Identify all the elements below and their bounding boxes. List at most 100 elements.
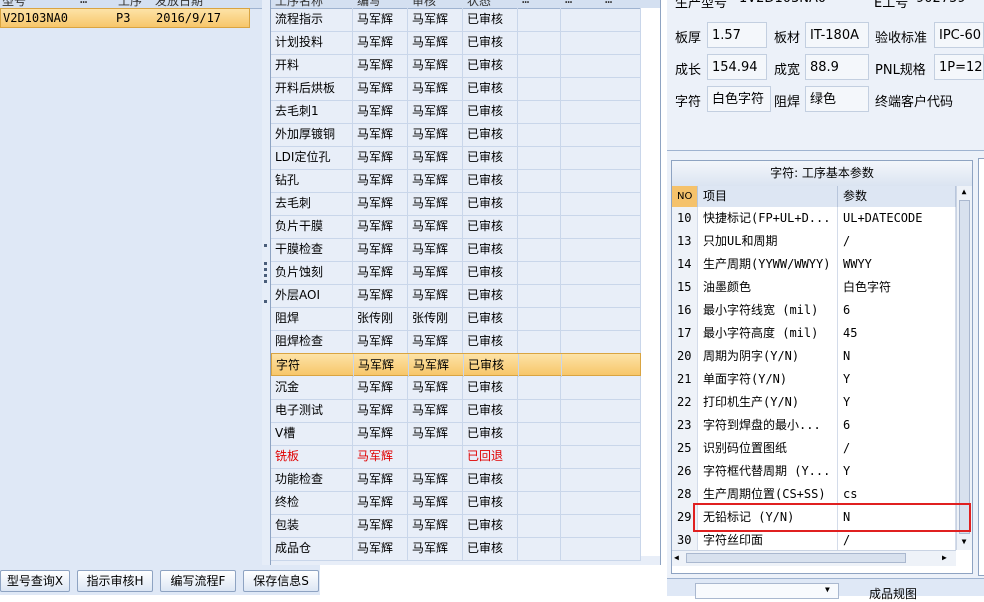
column-header-extra[interactable]: … [565,0,572,6]
scroll-right-icon[interactable]: ▶ [942,553,952,563]
extra-cell [561,8,641,31]
extra-cell [561,307,641,330]
standard-field[interactable]: IPC-60 [934,22,984,48]
extra-cell [518,307,561,330]
status-cell: 已审核 [463,284,518,307]
process-row[interactable]: 外层AOI 马军辉 马军辉 已审核 [271,284,641,308]
process-row[interactable]: 电子测试 马军辉 马军辉 已审核 [271,399,641,423]
param-no-cell: 10 [672,207,698,230]
param-row[interactable]: 25 识别码位置图纸 / [672,437,956,461]
param-row[interactable]: 20 周期为阴字(Y/N) N [672,345,956,369]
param-row[interactable]: 26 字符框代替周期 (Y... Y [672,460,956,484]
status-cell: 已审核 [463,77,518,100]
process-name-cell: 字符 [272,354,354,377]
horizontal-scrollbar[interactable]: ◀ ▶ [672,550,956,566]
process-row[interactable]: 负片蚀刻 马军辉 马军辉 已审核 [271,261,641,285]
process-row[interactable]: 开料 马军辉 马军辉 已审核 [271,54,641,78]
param-no-cell: 13 [672,230,698,253]
edit-flow-button[interactable]: 编写流程F [160,570,236,592]
pnl-field[interactable]: 1P=129 [934,54,984,80]
process-row[interactable]: 阻焊检查 马军辉 马军辉 已审核 [271,330,641,354]
param-row[interactable]: 16 最小字符线宽 (mil) 6 [672,299,956,323]
bottom-right-field[interactable] [695,583,839,599]
model-list-selected-row[interactable]: V2D103NA0 P3 2016/9/17 [0,8,250,28]
extra-cell [518,399,561,422]
param-row[interactable]: 22 打印机生产(Y/N) Y [672,391,956,415]
material-field[interactable]: IT-180A [805,22,869,48]
scroll-left-icon[interactable]: ◀ [674,553,684,563]
dropdown-arrow-icon[interactable]: ▼ [825,585,830,594]
process-row[interactable]: LDI定位孔 马军辉 马军辉 已审核 [271,146,641,170]
extra-cell [561,422,641,445]
save-info-button[interactable]: 保存信息S [243,570,319,592]
extra-cell [518,491,561,514]
process-row[interactable]: 去毛刺1 马军辉 马军辉 已审核 [271,100,641,124]
scrollbar-thumb[interactable] [959,200,970,534]
process-row[interactable]: 成品仓 马军辉 马军辉 已审核 [271,537,641,561]
hscroll-thumb[interactable] [686,553,906,563]
column-header-value[interactable]: 参数 [838,186,956,207]
process-row[interactable]: 外加厚镀铜 马军辉 马军辉 已审核 [271,123,641,147]
param-item-cell: 字符框代替周期 (Y... [698,460,838,483]
material-label: 板材 [774,31,801,46]
process-row[interactable]: 包装 马军辉 马军辉 已审核 [271,514,641,538]
param-item-cell: 周期为阴字(Y/N) [698,345,838,368]
thickness-field[interactable]: 1.57 [707,22,767,48]
param-value-cell: / [838,529,956,552]
splitter-grip-icon [264,262,267,265]
process-row[interactable]: 去毛刺 马军辉 马军辉 已审核 [271,192,641,216]
param-item-cell: 最小字符线宽 (mil) [698,299,838,322]
process-row[interactable]: 负片干膜 马军辉 马军辉 已审核 [271,215,641,239]
process-name-cell: 沉金 [271,376,353,399]
param-row[interactable]: 13 只加UL和周期 / [672,230,956,254]
process-row[interactable]: 沉金 马军辉 马军辉 已审核 [271,376,641,400]
param-item-cell: 字符丝印面 [698,529,838,552]
column-header-extra[interactable]: … [522,0,529,6]
process-row[interactable]: 干膜检查 马军辉 马军辉 已审核 [271,238,641,262]
process-row[interactable]: 计划投料 马军辉 马军辉 已审核 [271,31,641,55]
extra-cell [561,376,641,399]
column-header-no[interactable]: NO [672,186,698,207]
column-header-extra[interactable]: … [80,0,87,6]
column-header-extra[interactable]: … [605,0,612,6]
layer-cell: P3 [116,11,131,25]
mask-field[interactable]: 绿色 [805,86,869,112]
reviewer-cell: 马军辉 [408,422,463,445]
process-row[interactable]: 功能检查 马军辉 马军辉 已审核 [271,468,641,492]
process-row[interactable]: 终检 马军辉 马军辉 已审核 [271,491,641,515]
width-field[interactable]: 88.9 [805,54,869,80]
extra-cell [518,215,561,238]
process-row[interactable]: 流程指示 马军辉 马军辉 已审核 [271,8,641,32]
param-item-cell: 字符到焊盘的最小... [698,414,838,437]
vertical-scrollbar[interactable]: ▲ ▼ [956,186,972,550]
model-query-button[interactable]: 型号查询X [0,570,70,592]
param-row[interactable]: 10 快捷标记(FP+UL+D... UL+DATECODE [672,207,956,231]
param-row[interactable]: 23 字符到焊盘的最小... 6 [672,414,956,438]
extra-cell [518,100,561,123]
param-row[interactable]: 17 最小字符高度 (mil) 45 [672,322,956,346]
column-header-item[interactable]: 项目 [698,186,838,207]
writer-cell: 马军辉 [353,77,408,100]
process-row[interactable]: 开料后烘板 马军辉 马军辉 已审核 [271,77,641,101]
process-row[interactable]: 铣板 马军辉 已回退 [271,445,641,469]
writer-cell: 马军辉 [353,54,408,77]
process-name-cell: 电子测试 [271,399,353,422]
param-value-cell: N [838,345,956,368]
instruction-review-button[interactable]: 指示审核H [77,570,153,592]
char-field[interactable]: 白色字符 [707,86,771,112]
process-row[interactable]: V槽 马军辉 马军辉 已审核 [271,422,641,446]
param-row[interactable]: 14 生产周期(YYWW/WWYY) WWYY [672,253,956,277]
process-row[interactable]: 钻孔 马军辉 马军辉 已审核 [271,169,641,193]
extra-cell [561,468,641,491]
reviewer-cell: 马军辉 [408,123,463,146]
param-row[interactable]: 21 单面字符(Y/N) Y [672,368,956,392]
panel-splitter[interactable] [262,0,271,565]
extra-cell [518,238,561,261]
process-row[interactable]: 字符 马军辉 马军辉 已审核 [271,353,642,377]
process-row[interactable]: 阻焊 张传刚 张传刚 已审核 [271,307,641,331]
length-field[interactable]: 154.94 [707,54,767,80]
param-row[interactable]: 15 油墨颜色 白色字符 [672,276,956,300]
scroll-up-icon[interactable]: ▲ [959,188,969,196]
scroll-down-icon[interactable]: ▼ [959,538,969,546]
status-cell: 已审核 [463,54,518,77]
